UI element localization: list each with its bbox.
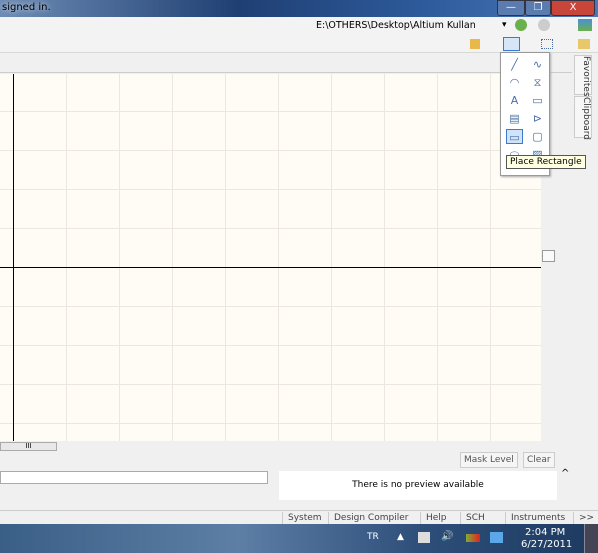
drawing-toolbar [0, 35, 598, 53]
scroll-thumb[interactable]: III [0, 442, 57, 451]
polygon-icon[interactable]: ⧖ [529, 75, 546, 90]
panel-button[interactable] [542, 250, 555, 262]
clear-button[interactable]: Clear [523, 452, 555, 468]
line-icon[interactable]: ╱ [506, 57, 523, 72]
title-bar: signed in. — ❐ X [0, 0, 598, 17]
mask-level-button[interactable]: Mask Level [460, 452, 518, 468]
y-axis-line [13, 74, 14, 441]
path-dropdown[interactable]: ▾ [502, 20, 507, 30]
port-icon[interactable]: ⊳ [529, 111, 546, 126]
window-title: signed in. [2, 2, 51, 13]
grid-icon[interactable] [541, 39, 553, 49]
status-bar: System Design Compiler Help SCH Instrume… [0, 510, 598, 525]
rectangle-icon[interactable]: ▭ [506, 129, 523, 144]
part-icon[interactable]: ▤ [506, 111, 523, 126]
arc-icon[interactable]: ◠ [506, 75, 523, 90]
document-tab-strip [0, 53, 572, 73]
bezier-icon[interactable]: ∿ [529, 57, 546, 72]
minimize-button[interactable]: — [497, 0, 525, 16]
command-input[interactable] [0, 471, 268, 484]
navigation-toolbar: E:\OTHERS\Desktop\Altium Kullan ▾ [0, 17, 598, 35]
power-icon[interactable] [418, 532, 430, 543]
preview-panel: There is no preview available [279, 471, 557, 500]
drawing-tools-icon[interactable] [503, 37, 520, 51]
clock-date[interactable]: 6/27/2011 [521, 539, 572, 550]
tooltip: Place Rectangle [506, 155, 586, 169]
text-frame-icon[interactable]: ▭ [529, 93, 546, 108]
rounded-rectangle-icon[interactable]: ▢ [529, 129, 546, 144]
volume-icon[interactable]: 🔊 [441, 531, 453, 542]
network-icon[interactable] [466, 534, 480, 542]
close-button[interactable]: X [551, 0, 595, 16]
forward-icon[interactable] [538, 19, 550, 31]
text-icon[interactable]: A [506, 93, 523, 108]
back-icon[interactable] [515, 19, 527, 31]
tab-clipboard[interactable]: Clipboard [574, 96, 592, 140]
language-indicator[interactable]: TR [367, 532, 379, 542]
mask-bar: Mask Level Clear [0, 452, 560, 468]
dropbox-icon[interactable] [490, 532, 503, 543]
horizontal-scrollbar[interactable]: III [0, 441, 541, 452]
clock-time[interactable]: 2:04 PM [525, 527, 565, 538]
folder-icon[interactable] [578, 39, 590, 49]
part-icon[interactable] [470, 39, 480, 49]
tab-favorites[interactable]: Favorites [574, 55, 592, 97]
preview-collapse-button[interactable]: ^ [561, 468, 569, 479]
show-desktop-button[interactable] [584, 524, 598, 553]
taskbar: TR ▲ 🔊 2:04 PM 6/27/2011 [0, 524, 598, 553]
path-field[interactable]: E:\OTHERS\Desktop\Altium Kullan [316, 20, 476, 31]
schematic-canvas[interactable] [0, 74, 541, 441]
x-axis-line [0, 267, 541, 268]
maximize-button[interactable]: ❐ [525, 0, 551, 16]
show-hidden-icons[interactable]: ▲ [397, 532, 404, 542]
home-icon[interactable] [578, 19, 592, 31]
